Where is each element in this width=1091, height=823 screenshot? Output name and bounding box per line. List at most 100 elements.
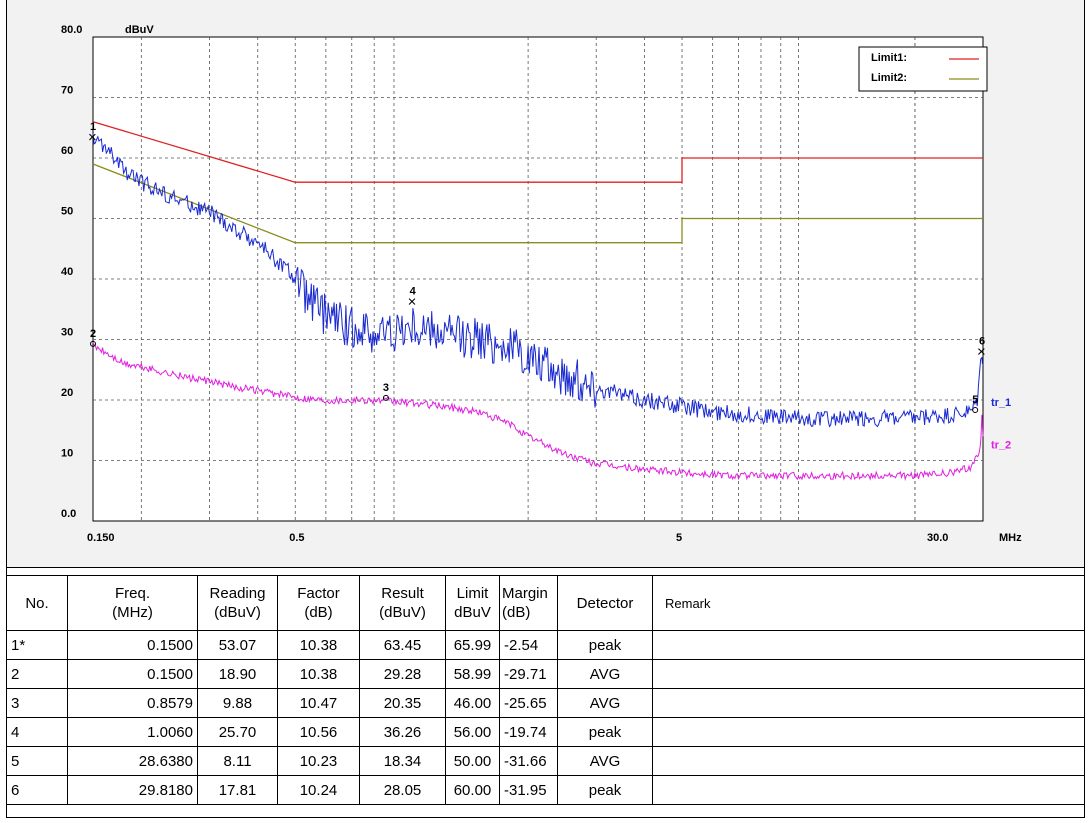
- cell-result: 18.34: [359, 746, 446, 776]
- cell-limit: 50.00: [445, 746, 500, 776]
- header-result: Result (dBuV): [359, 575, 446, 631]
- header-factor: Factor (dB): [277, 575, 360, 631]
- cell-factor: 10.24: [277, 775, 360, 805]
- emission-chart-panel: 80.0 70 60 50 40 30 20 10 0.0 dBuV 0.150 0.5 5 30.0 MH…: [6, 0, 1085, 568]
- marker-label: 6: [979, 335, 985, 347]
- cell-detector: peak: [557, 775, 653, 805]
- cell-result: 20.35: [359, 688, 446, 718]
- cell-reading: 25.70: [197, 717, 278, 747]
- y-tick-label: 10: [61, 448, 73, 460]
- cell-result: 28.05: [359, 775, 446, 805]
- cell-detector: peak: [557, 630, 653, 660]
- cell-reading: 8.11: [197, 746, 278, 776]
- cell-reading: 18.90: [197, 659, 278, 689]
- cell-freq: 1.0060: [67, 717, 198, 747]
- header-detector: Detector: [557, 575, 653, 631]
- y-tick-label: 60: [61, 145, 73, 157]
- y-tick-label: 40: [61, 266, 73, 278]
- cell-no: 1*: [6, 630, 68, 660]
- table-row: 4 1.0060 25.70 10.56 36.26 56.00 -19.74 peak: [6, 717, 1085, 747]
- cell-remark: [652, 659, 1085, 689]
- cell-factor: 10.38: [277, 630, 360, 660]
- table-row: 3 0.8579 9.88 10.47 20.35 46.00 -25.65 AVG: [6, 688, 1085, 718]
- cell-detector: AVG: [557, 688, 653, 718]
- cell-remark: [652, 717, 1085, 747]
- cell-freq: 28.6380: [67, 746, 198, 776]
- cell-remark: [652, 775, 1085, 805]
- cell-limit: 46.00: [445, 688, 500, 718]
- marker-label: 5: [972, 394, 978, 406]
- marker-label: 3: [383, 382, 389, 394]
- cell-limit: 60.00: [445, 775, 500, 805]
- cell-reading: 9.88: [197, 688, 278, 718]
- trace-label: tr_1: [991, 397, 1011, 409]
- cell-margin: -19.74: [499, 717, 558, 747]
- cell-freq: 0.8579: [67, 688, 198, 718]
- cell-no: 2: [6, 659, 68, 689]
- cell-remark: [652, 688, 1085, 718]
- y-tick-label: 70: [61, 85, 73, 97]
- legend-label: Limit2:: [871, 72, 907, 84]
- cell-reading: 53.07: [197, 630, 278, 660]
- cell-freq: 0.1500: [67, 630, 198, 660]
- table-row: 6 29.8180 17.81 10.24 28.05 60.00 -31.95 peak: [6, 775, 1085, 805]
- table-body: 1* 0.1500 53.07 10.38 63.45 65.99 -2.54 peak 2 0.…: [6, 630, 1085, 805]
- header-freq: Freq. (MHz): [67, 575, 198, 631]
- cell-factor: 10.38: [277, 659, 360, 689]
- cell-factor: 10.56: [277, 717, 360, 747]
- cell-result: 29.28: [359, 659, 446, 689]
- marker-label: 1: [90, 121, 96, 133]
- y-unit-label: dBuV: [125, 24, 154, 36]
- cell-freq: 29.8180: [67, 775, 198, 805]
- cell-result: 36.26: [359, 717, 446, 747]
- cell-result: 63.45: [359, 630, 446, 660]
- cell-freq: 0.1500: [67, 659, 198, 689]
- header-remark: Remark: [652, 575, 1085, 631]
- cell-detector: peak: [557, 717, 653, 747]
- cell-factor: 10.47: [277, 688, 360, 718]
- cell-margin: -25.65: [499, 688, 558, 718]
- table-row: 1* 0.1500 53.07 10.38 63.45 65.99 -2.54 peak: [6, 630, 1085, 660]
- cell-no: 4: [6, 717, 68, 747]
- cell-margin: -29.71: [499, 659, 558, 689]
- cell-margin: -2.54: [499, 630, 558, 660]
- y-tick-label: 0.0: [61, 508, 76, 520]
- cell-detector: AVG: [557, 659, 653, 689]
- marker-label: 4: [410, 286, 417, 298]
- x-unit-label: MHz: [999, 532, 1022, 544]
- cell-limit: 56.00: [445, 717, 500, 747]
- cell-detector: AVG: [557, 746, 653, 776]
- cell-reading: 17.81: [197, 775, 278, 805]
- y-tick-label: 50: [61, 206, 73, 218]
- trace-label: tr_2: [991, 439, 1011, 451]
- header-no: No.: [6, 575, 68, 631]
- cell-no: 3: [6, 688, 68, 718]
- y-tick-label: 30: [61, 327, 73, 339]
- cell-remark: [652, 630, 1085, 660]
- legend-label: Limit1:: [871, 52, 907, 64]
- x-tick-label: 0.5: [289, 532, 304, 544]
- header-margin: Margin (dB): [499, 575, 558, 631]
- x-tick-label: 0.150: [87, 532, 115, 544]
- y-tick-label: 20: [61, 387, 73, 399]
- x-tick-label: 30.0: [927, 532, 948, 544]
- table-row: 2 0.1500 18.90 10.38 29.28 58.99 -29.71 AVG: [6, 659, 1085, 689]
- header-reading: Reading (dBuV): [197, 575, 278, 631]
- cell-limit: 65.99: [445, 630, 500, 660]
- marker-label: 2: [90, 328, 96, 340]
- cell-limit: 58.99: [445, 659, 500, 689]
- cell-factor: 10.23: [277, 746, 360, 776]
- table-row: 5 28.6380 8.11 10.23 18.34 50.00 -31.66 AVG: [6, 746, 1085, 776]
- cell-no: 5: [6, 746, 68, 776]
- table-header-row: No. Freq. (MHz) Reading (dBuV) Factor (dB) Resu…: [6, 575, 1085, 631]
- x-tick-label: 5: [676, 532, 682, 544]
- cell-remark: [652, 746, 1085, 776]
- emission-chart: 80.0 70 60 50 40 30 20 10 0.0 dBuV 0.150 0.5 5 30.0 MH…: [61, 24, 1022, 544]
- cell-margin: -31.95: [499, 775, 558, 805]
- header-limit: Limit dBuV: [445, 575, 500, 631]
- cell-no: 6: [6, 775, 68, 805]
- y-tick-label: 80.0: [61, 24, 82, 36]
- cell-margin: -31.66: [499, 746, 558, 776]
- measurement-table-wrap: No. Freq. (MHz) Reading (dBuV) Factor (dB) Resu…: [6, 575, 1085, 805]
- measurement-table: No. Freq. (MHz) Reading (dBuV) Factor (dB) Resu…: [6, 575, 1085, 805]
